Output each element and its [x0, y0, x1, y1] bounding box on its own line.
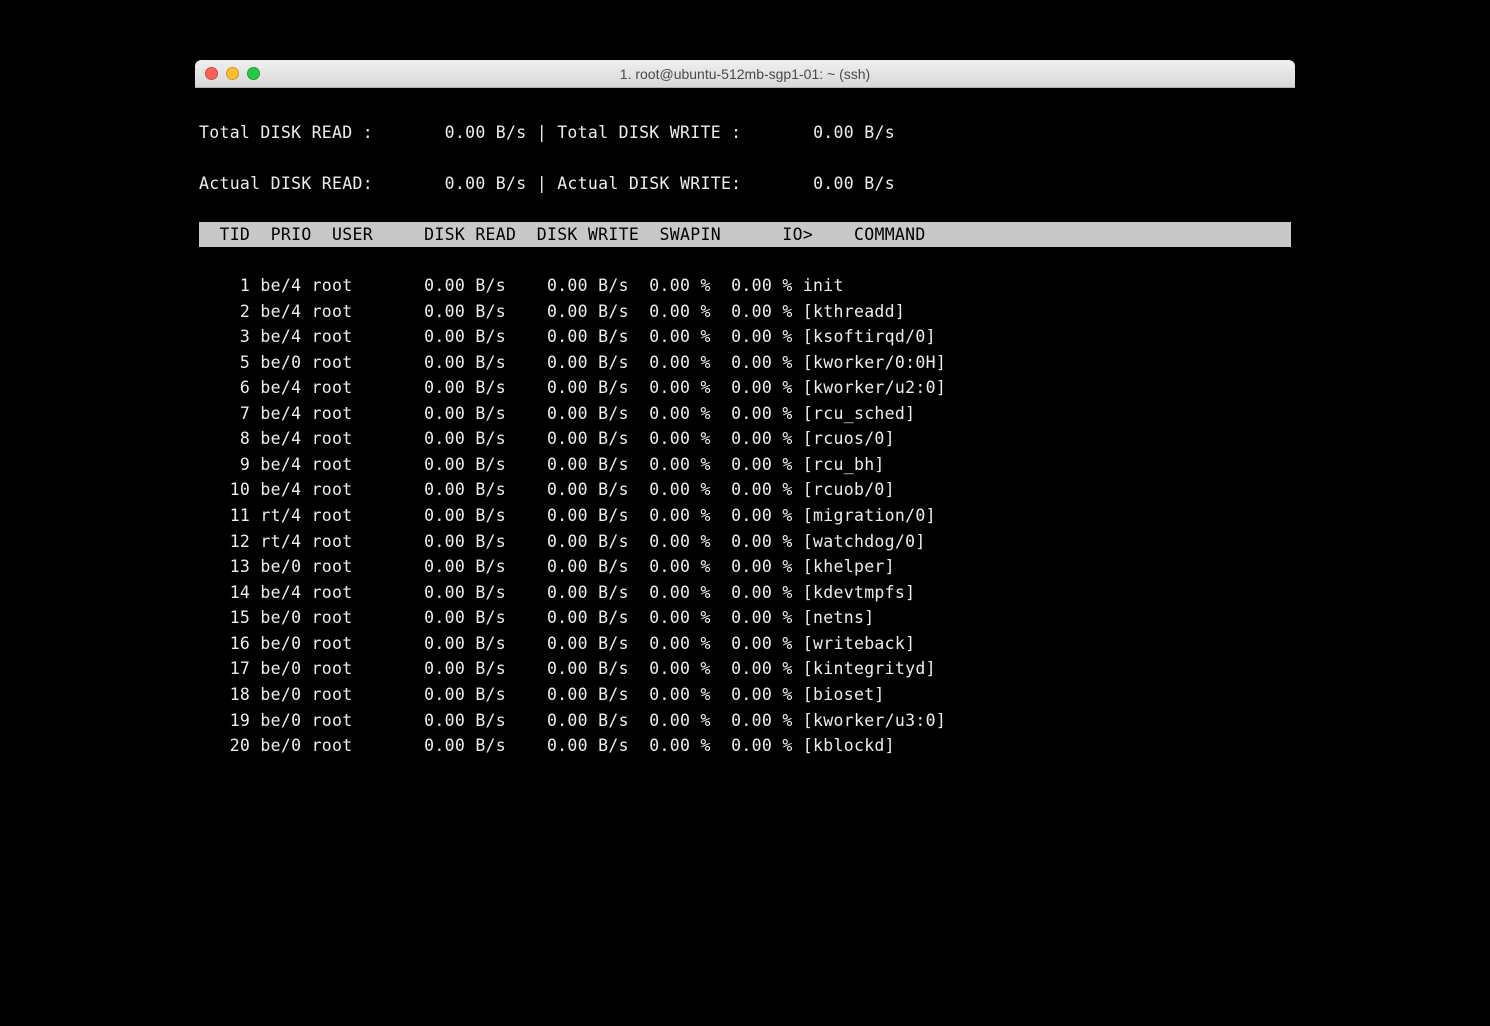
terminal-body[interactable]: Total DISK READ : 0.00 B/s | Total DISK … [195, 88, 1295, 919]
col-disk-read: DISK READ [424, 225, 516, 244]
col-io: IO> [782, 225, 813, 244]
actual-disk-write-value: 0.00 B/s [813, 174, 895, 193]
window-title: 1. root@ubuntu-512mb-sgp1-01: ~ (ssh) [195, 66, 1295, 82]
terminal-window: 1. root@ubuntu-512mb-sgp1-01: ~ (ssh) To… [195, 60, 1295, 919]
summary-total-row: Total DISK READ : 0.00 B/s | Total DISK … [199, 120, 1291, 146]
process-list: 1 be/4 root 0.00 B/s 0.00 B/s 0.00 % 0.0… [199, 276, 946, 755]
col-user: USER [332, 225, 373, 244]
separator: | [537, 174, 547, 193]
col-swapin: SWAPIN [660, 225, 721, 244]
close-icon[interactable] [205, 67, 218, 80]
minimize-icon[interactable] [226, 67, 239, 80]
titlebar[interactable]: 1. root@ubuntu-512mb-sgp1-01: ~ (ssh) [195, 60, 1295, 88]
summary-actual-row: Actual DISK READ: 0.00 B/s | Actual DISK… [199, 171, 1291, 197]
separator: | [537, 123, 547, 142]
column-header-row[interactable]: TID PRIO USER DISK READ DISK WRITE SWAPI… [199, 222, 1291, 248]
col-tid: TID [219, 225, 250, 244]
zoom-icon[interactable] [247, 67, 260, 80]
total-disk-write-label: Total DISK WRITE : [557, 123, 741, 142]
total-disk-write-value: 0.00 B/s [813, 123, 895, 142]
actual-disk-write-label: Actual DISK WRITE: [557, 174, 741, 193]
total-disk-read-value: 0.00 B/s [445, 123, 527, 142]
actual-disk-read-label: Actual DISK READ: [199, 174, 373, 193]
col-prio: PRIO [271, 225, 312, 244]
traffic-lights [205, 67, 260, 80]
col-command: COMMAND [854, 225, 926, 244]
total-disk-read-label: Total DISK READ : [199, 123, 373, 142]
col-disk-write: DISK WRITE [537, 225, 639, 244]
actual-disk-read-value: 0.00 B/s [445, 174, 527, 193]
